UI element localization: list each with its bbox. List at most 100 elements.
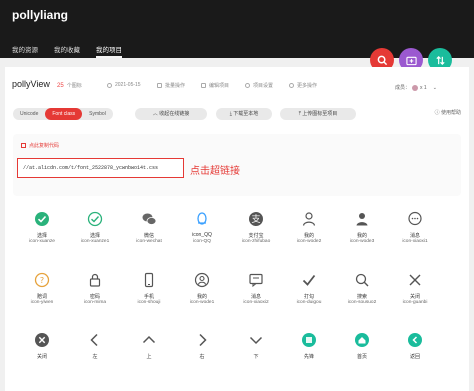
phone-icon	[122, 269, 176, 291]
svg-text:支: 支	[251, 213, 260, 225]
icon-card[interactable]: 我的 icon-wode3	[335, 208, 389, 263]
chevron-down-icon: ⌄	[432, 84, 437, 91]
chevron-up-icon	[122, 329, 176, 351]
batch-action-label: 批量操作	[165, 83, 186, 89]
members-label: 成员：	[395, 85, 411, 91]
tab-font-class[interactable]: Font class	[45, 108, 83, 120]
user-filled-icon	[335, 208, 389, 230]
chevron-right-icon	[175, 329, 229, 351]
tab-unicode[interactable]: Unicode	[13, 108, 45, 120]
icon-card[interactable]: 搜索 icon-sousuo2	[335, 269, 389, 324]
icon-card-class: icon-duigou	[296, 300, 322, 305]
icon-card-class: icon-wode1	[189, 300, 215, 305]
chat-icon	[229, 269, 283, 291]
edit-project-label: 编辑项目	[209, 83, 230, 89]
icon-card-label: 上	[146, 354, 152, 360]
checkmark-icon	[282, 269, 336, 291]
icon-card[interactable]: 密码 icon-mima	[68, 269, 122, 324]
question-circle-icon: ?	[15, 269, 69, 291]
project-settings-label: 项目设置	[253, 83, 274, 89]
download-button[interactable]: ⤓ 下载至本地	[216, 108, 272, 120]
upload-button[interactable]: ⤒ 上传图标至项目	[280, 108, 356, 120]
icon-card-class: icon-wode2	[296, 239, 322, 244]
icon-card[interactable]: 关闭 icon-guanbi	[388, 269, 442, 324]
check-circle-outline-icon	[68, 208, 122, 230]
upload-label: 上传图标至项目	[302, 111, 338, 117]
svg-text:?: ?	[40, 276, 44, 285]
project-settings-action[interactable]: 项目设置	[245, 82, 273, 89]
icon-card[interactable]: 右	[175, 329, 229, 384]
batch-action[interactable]: 批量操作	[157, 82, 185, 89]
members-info[interactable]: 成员： x 1 ⌄	[395, 84, 437, 91]
icon-card-label: 关闭	[409, 294, 420, 300]
icon-card[interactable]: icon_QQ icon-QQ	[175, 208, 229, 263]
arrows-updown-icon	[435, 55, 445, 65]
css-link-url[interactable]: //at.alicdn.com/t/font_2522878_ycwnbwo14…	[23, 165, 158, 171]
icon-card-class: icon-xuanze	[29, 239, 55, 244]
icon-card-label: 返回	[409, 354, 420, 360]
gear-icon	[245, 83, 250, 88]
lock-icon	[68, 269, 122, 291]
close-icon	[388, 269, 442, 291]
icon-card-class: icon-wode3	[349, 239, 375, 244]
icon-card[interactable]: 关闭	[15, 329, 69, 384]
icon-card[interactable]: 选择 icon-xuanze	[15, 208, 69, 263]
icon-card-label: 打勾	[303, 294, 314, 300]
icon-card[interactable]: 返回	[388, 329, 442, 384]
icon-card[interactable]: 手机 icon-shouji	[122, 269, 176, 324]
icon-count-value: 25	[57, 82, 64, 89]
help-label: 使用帮助	[440, 110, 461, 116]
help-link[interactable]: ⓘ 使用帮助	[435, 109, 461, 116]
project-title: pollyView	[12, 79, 50, 89]
icon-card-class: icon-sousuo2	[347, 300, 377, 305]
icon-card[interactable]: 我的 icon-wode1	[175, 269, 229, 324]
icon-card-label: 选择	[89, 233, 100, 239]
alipay-icon: 支	[229, 208, 283, 230]
icon-card-label: 我的	[356, 233, 367, 239]
close-circle-icon	[15, 329, 69, 351]
icon-card-label: 赔词	[36, 294, 47, 300]
icon-card-class: icon-QQ	[193, 239, 211, 244]
icon-card[interactable]: 支支付宝 icon-zhifubao	[229, 208, 283, 263]
icon-card[interactable]: 选择 icon-xuanze1	[68, 208, 122, 263]
icon-card[interactable]: 左	[68, 329, 122, 384]
more-actions-label: 更多操作	[297, 83, 318, 89]
icon-card-class: icon-zhifubao	[241, 239, 271, 244]
project-date-text: 2021-05-15	[115, 82, 141, 88]
icon-card[interactable]: 下	[229, 329, 283, 384]
icon-card[interactable]: 消息 icon-xiaoxi2	[229, 269, 283, 324]
nav-my-projects[interactable]: 我的项目	[96, 44, 122, 58]
icon-card-class: icon-wechat	[136, 239, 162, 244]
icon-card[interactable]: 上	[122, 329, 176, 384]
copy-code-label: 点此复制代码	[29, 143, 60, 149]
more-actions[interactable]: 更多操作	[289, 82, 317, 89]
home-icon	[335, 329, 389, 351]
icon-card-label: 我的	[196, 294, 207, 300]
clock-icon	[107, 82, 112, 88]
icon-card[interactable]: 消息 icon-xiaoxi1	[388, 208, 442, 263]
qq-icon	[175, 208, 229, 230]
icon-count: 25 个图标	[57, 82, 82, 90]
copy-code-link[interactable]: 点此复制代码	[21, 142, 59, 149]
icon-card[interactable]: 首页	[335, 329, 389, 384]
icon-card[interactable]: 微信 icon-wechat	[122, 208, 176, 263]
icon-card[interactable]: 打勾 icon-duigou	[282, 269, 336, 324]
icon-card-label: icon_QQ	[192, 232, 212, 238]
icon-card[interactable]: 先锋	[282, 329, 336, 384]
teal-badge-icon	[282, 329, 336, 351]
edit-project-action[interactable]: 编辑项目	[201, 82, 229, 89]
icon-card[interactable]: 我的 icon-wode2	[282, 208, 336, 263]
user-outline-icon	[282, 208, 336, 230]
collapse-link-button[interactable]: ︿ 收起在线链接	[135, 108, 207, 120]
brand-name[interactable]: pollyliang	[12, 8, 68, 22]
icon-card-label: 先锋	[303, 354, 314, 360]
icon-card-label: 我的	[303, 233, 314, 239]
nav-my-resources[interactable]: 我的资源	[12, 44, 38, 58]
icon-card[interactable]: ? 赔词 icon-yiwen	[15, 269, 69, 324]
tab-symbol[interactable]: Symbol	[82, 108, 113, 120]
user-circle-icon	[175, 269, 229, 291]
icon-card-class: icon-shouji	[137, 300, 161, 305]
nav-my-favorites[interactable]: 我的收藏	[54, 44, 80, 58]
icon-card-class: icon-xiaoxi1	[402, 239, 428, 244]
icon-card-label: 搜索	[356, 294, 367, 300]
